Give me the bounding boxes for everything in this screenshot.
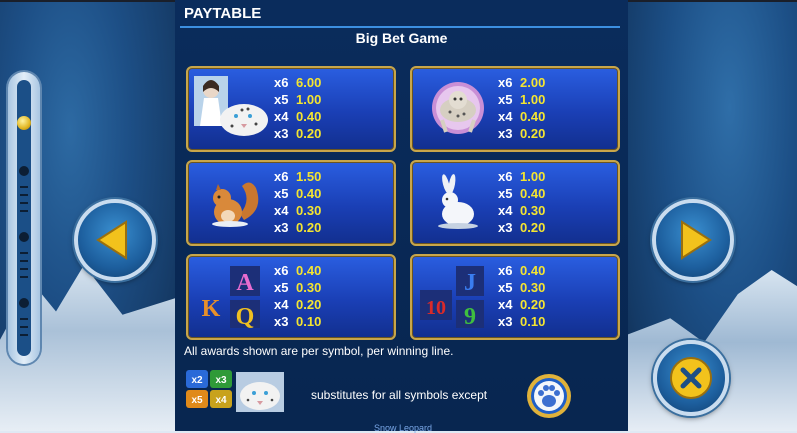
scroll-tick (20, 210, 28, 212)
pay-row: x6 6.00 (274, 75, 322, 90)
pay-row: x4 0.20 (274, 297, 322, 312)
royal-letter-k: K (202, 296, 221, 322)
pay-row: x4 0.30 (498, 203, 546, 218)
paytable-card-huntress: x6 6.00 x5 1.00 x4 0.40 x3 0.20 (186, 66, 396, 152)
previous-page-button[interactable] (74, 199, 156, 281)
pay-row: x4 0.20 (498, 297, 546, 312)
scroll-tick (20, 186, 28, 188)
page-title: PAYTABLE (184, 5, 262, 22)
page-dot[interactable] (19, 298, 29, 308)
paytable-card-squirrel: x6 1.50 x5 0.40 x4 0.30 x3 0.20 (186, 160, 396, 246)
close-icon (670, 357, 712, 399)
scroll-tick (20, 202, 28, 204)
number-nine: 9 (464, 304, 476, 328)
paytable-card-royals: A K Q x6 0.40 x5 0.30 x4 0.20 x3 0.10 (186, 254, 396, 340)
pay-row: x6 0.40 (498, 263, 546, 278)
pay-row: x5 1.00 (498, 92, 546, 107)
pay-values: x6 0.40 x5 0.30 x4 0.20 x3 0.10 (498, 262, 545, 330)
snow-hare-symbol-icon (438, 174, 478, 229)
leaping-leopard-symbol-icon (432, 82, 484, 134)
wild-multiplier-icon: x2 x3 x5 x4 (186, 370, 284, 412)
paytable-card-numbers: J 10 9 x6 0.40 x5 0.30 x4 0.20 x3 0.10 (410, 254, 620, 340)
pay-row: x6 1.50 (274, 169, 322, 184)
wild-multiplier-x4: x4 (215, 395, 227, 406)
pay-row: x5 0.40 (498, 186, 546, 201)
scroll-thumb[interactable] (17, 116, 31, 130)
pay-row: x6 2.00 (498, 75, 546, 90)
pay-row: x3 0.20 (498, 220, 546, 235)
paw-scatter-icon (527, 374, 571, 418)
arrow-left-icon (96, 220, 127, 260)
scroll-track[interactable] (17, 80, 31, 356)
game-subtitle: Big Bet Game (355, 30, 448, 46)
scroll-tick (20, 268, 28, 270)
awards-note: All awards shown are per symbol, per win… (184, 344, 454, 358)
close-paytable-button[interactable] (653, 340, 729, 416)
huntress-leopard-symbol-icon (194, 76, 268, 136)
pay-values: x6 0.40 x5 0.30 x4 0.20 x3 0.10 (274, 262, 321, 330)
pay-row: x4 0.30 (274, 203, 322, 218)
scroll-tick (20, 260, 28, 262)
page-dot[interactable] (19, 232, 29, 242)
pay-row: x3 0.20 (274, 220, 322, 235)
pay-row: x5 0.30 (498, 280, 546, 295)
pay-row: x3 0.10 (274, 314, 322, 329)
scroll-tick (20, 326, 28, 328)
wild-multiplier-x3: x3 (215, 375, 227, 386)
pay-row: x3 0.20 (498, 126, 546, 141)
scroll-tick (20, 194, 28, 196)
pay-row: x6 0.40 (274, 263, 322, 278)
arrow-right-icon (681, 220, 712, 260)
number-ten: 10 (426, 297, 446, 319)
squirrel-symbol-icon (212, 182, 259, 227)
page-scrollbar[interactable] (8, 72, 40, 364)
pay-values: x6 1.00 x5 0.40 x4 0.30 x3 0.20 (498, 168, 545, 236)
next-page-button[interactable] (652, 199, 734, 281)
pay-row: x3 0.20 (274, 126, 322, 141)
pay-values: x6 1.50 x5 0.40 x4 0.30 x3 0.20 (274, 168, 321, 236)
paytable-card-hare: x6 1.00 x5 0.40 x4 0.30 x3 0.20 (410, 160, 620, 246)
scroll-tick (20, 334, 28, 336)
pay-row: x5 0.30 (274, 280, 322, 295)
page-dot[interactable] (19, 166, 29, 176)
wild-multiplier-x2: x2 (191, 375, 203, 386)
pay-values: x6 2.00 x5 1.00 x4 0.40 x3 0.20 (498, 74, 545, 142)
numbers-symbol-icon: J 10 9 (420, 266, 484, 328)
pay-row: x6 1.00 (498, 169, 546, 184)
pay-values: x6 6.00 x5 1.00 x4 0.40 x3 0.20 (274, 74, 321, 142)
title-divider (180, 26, 620, 28)
scroll-tick (20, 252, 28, 254)
pay-row: x3 0.10 (498, 314, 546, 329)
royals-symbol-icon: A K Q (202, 266, 260, 328)
pay-row: x5 0.40 (274, 186, 322, 201)
pay-row: x4 0.40 (498, 109, 546, 124)
number-letter-j: J (464, 270, 476, 296)
scroll-tick (20, 318, 28, 320)
wild-symbol-label: Snow Leopard (374, 423, 433, 433)
paytable-card-leaping-leopard: x6 2.00 x5 1.00 x4 0.40 x3 0.20 (410, 66, 620, 152)
pay-row: x4 0.40 (274, 109, 322, 124)
pay-row: x5 1.00 (274, 92, 322, 107)
substitutes-text: substitutes for all symbols except (311, 388, 488, 402)
wild-multiplier-x5: x5 (191, 395, 203, 406)
royal-letter-q: Q (236, 304, 255, 328)
scroll-tick (20, 276, 28, 278)
royal-letter-a: A (236, 270, 254, 296)
